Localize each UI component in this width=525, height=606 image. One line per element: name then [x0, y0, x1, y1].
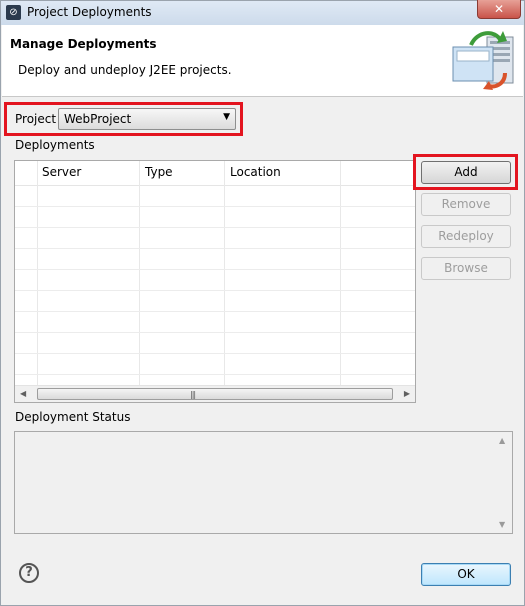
chevron-down-icon: ▼ — [223, 112, 230, 122]
ok-button[interactable]: OK — [421, 563, 511, 586]
add-button[interactable]: Add — [421, 161, 511, 184]
deployments-table[interactable]: Server Type Location ◀ ||| ▶ — [14, 160, 416, 403]
window-title: Project Deployments — [27, 5, 152, 19]
column-divider — [224, 161, 225, 385]
deploy-server-icon — [452, 31, 514, 90]
table-row — [15, 227, 415, 228]
table-row — [15, 269, 415, 270]
scrollbar-thumb[interactable]: ||| — [37, 388, 393, 400]
table-row — [15, 290, 415, 291]
table-header: Server Type Location — [15, 161, 415, 186]
table-row — [15, 374, 415, 375]
table-row — [15, 248, 415, 249]
table-row — [15, 353, 415, 354]
scroll-down-icon[interactable]: ▼ — [499, 520, 505, 529]
deployment-status-label: Deployment Status — [15, 410, 131, 424]
project-label: Project — [15, 112, 57, 126]
column-divider — [139, 161, 140, 385]
scroll-up-icon[interactable]: ▲ — [499, 436, 505, 445]
grip-icon: ||| — [190, 390, 196, 399]
column-header-server[interactable]: Server — [42, 165, 81, 179]
remove-button[interactable]: Remove — [421, 193, 511, 216]
horizontal-scrollbar[interactable]: ◀ ||| ▶ — [15, 385, 415, 402]
table-row — [15, 311, 415, 312]
scroll-left-icon[interactable]: ◀ — [20, 389, 26, 398]
deployment-status-textarea[interactable]: ▲ ▼ — [14, 431, 513, 534]
title-bar: ⊘ Project Deployments ✕ — [1, 0, 524, 25]
project-combobox[interactable]: WebProject ▼ — [58, 108, 236, 130]
table-row — [15, 206, 415, 207]
header-banner: Manage Deployments Deploy and undeploy J… — [2, 25, 523, 97]
help-icon[interactable]: ? — [19, 563, 39, 583]
dialog-window: ⊘ Project Deployments ✕ Manage Deploymen… — [0, 0, 525, 606]
banner-title: Manage Deployments — [10, 37, 157, 51]
project-selected-value: WebProject — [64, 112, 132, 126]
table-row — [15, 332, 415, 333]
vertical-scrollbar[interactable]: ▲ ▼ — [495, 432, 512, 533]
column-divider — [340, 161, 341, 385]
redeploy-button[interactable]: Redeploy — [421, 225, 511, 248]
banner-description: Deploy and undeploy J2EE projects. — [18, 63, 232, 77]
column-header-location[interactable]: Location — [230, 165, 281, 179]
scroll-right-icon[interactable]: ▶ — [404, 389, 410, 398]
deployments-label: Deployments — [15, 138, 95, 152]
browse-button[interactable]: Browse — [421, 257, 511, 280]
column-divider — [37, 161, 38, 385]
close-window-button[interactable]: ✕ — [477, 0, 521, 19]
column-header-type[interactable]: Type — [145, 165, 173, 179]
eclipse-app-icon: ⊘ — [6, 5, 21, 20]
